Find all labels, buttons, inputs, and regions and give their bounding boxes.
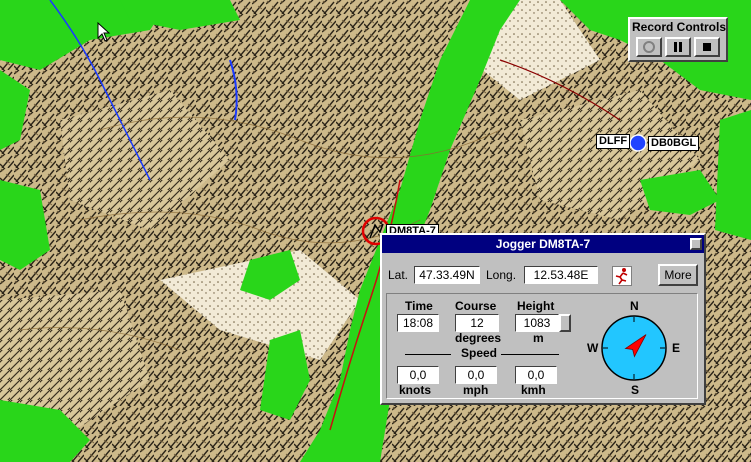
pause-button[interactable] — [665, 37, 691, 57]
compass-n: N — [630, 299, 639, 313]
mouse-cursor-icon — [97, 22, 111, 42]
station-title-bar[interactable]: Jogger DM8TA-7 — [382, 235, 704, 253]
more-button[interactable]: More — [658, 264, 698, 286]
course-label: Course — [455, 299, 497, 313]
course-field: 12 — [455, 314, 499, 332]
lat-label: Lat. — [388, 268, 409, 282]
speed-mph-field: 0,0 — [455, 366, 497, 384]
speed-rule-left — [405, 354, 451, 355]
record-controls-title: Record Controls — [632, 20, 727, 34]
speed-label: Speed — [461, 346, 498, 360]
lat-field: 47.33.49N — [414, 266, 480, 284]
time-label: Time — [405, 299, 433, 313]
speed-knots-unit: knots — [399, 383, 432, 397]
speed-rule-right — [501, 354, 559, 355]
compass-w: W — [587, 341, 599, 355]
callsign-label-dlff[interactable]: DLFF — [596, 134, 631, 149]
telemetry-panel: Time 18:08 Course 12 degrees Height 1083… — [386, 293, 698, 399]
long-label: Long. — [486, 268, 517, 282]
time-field: 18:08 — [397, 314, 439, 332]
speed-mph-unit: mph — [463, 383, 489, 397]
record-icon — [643, 41, 655, 53]
window-close-button[interactable] — [690, 238, 702, 250]
pause-icon — [674, 42, 682, 52]
height-unit: m — [533, 331, 544, 345]
height-field: 1083 — [515, 314, 559, 332]
record-controls-window: Record Controls — [628, 17, 728, 62]
compass-s: S — [631, 383, 640, 397]
speed-kmh-field: 0,0 — [515, 366, 557, 384]
station-title: Jogger DM8TA-7 — [495, 237, 591, 251]
course-unit: degrees — [455, 331, 502, 345]
callsign-label-db0bgl[interactable]: DB0BGL — [648, 136, 700, 151]
station-tracker-window: Jogger DM8TA-7 Lat. 47.33.49N Long. 12.5… — [380, 233, 706, 405]
station-marker-db0bgl — [629, 134, 647, 152]
compass-icon — [601, 315, 667, 381]
height-spin-button[interactable] — [559, 314, 571, 332]
record-button[interactable] — [636, 37, 662, 57]
height-label: Height — [517, 299, 555, 313]
compass-e: E — [672, 341, 681, 355]
speed-knots-field: 0,0 — [397, 366, 439, 384]
speed-kmh-unit: kmh — [521, 383, 546, 397]
stop-icon — [703, 43, 711, 51]
jogger-icon — [612, 266, 632, 286]
long-field: 12.53.48E — [524, 266, 598, 284]
stop-button[interactable] — [694, 37, 720, 57]
